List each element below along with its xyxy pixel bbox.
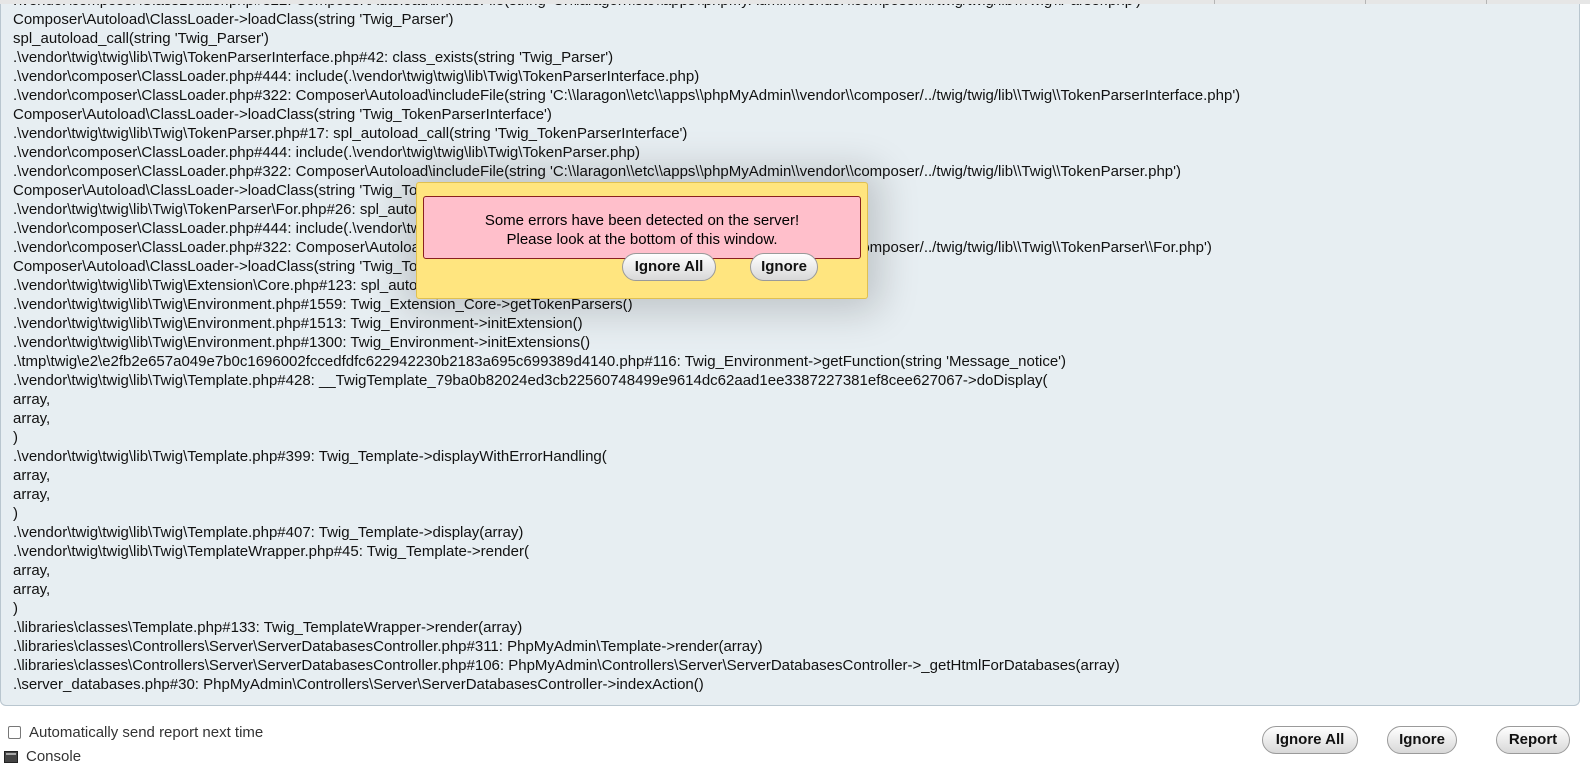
stack-trace-line: .\vendor\composer\ClassLoader.php#322: C… [13,163,1181,180]
stack-trace: .\vendor\composer\ClassLoader.php#322: C… [13,0,1240,694]
stack-trace-line: spl_autoload_call(string 'Twig_Parser') [13,30,269,47]
stack-trace-line: .\vendor\twig\twig\lib\Twig\Environment.… [13,334,591,351]
stack-trace-line: .\vendor\twig\twig\lib\Twig\TemplateWrap… [13,543,529,560]
footer-ignore-button[interactable]: Ignore [1387,726,1457,754]
stack-trace-line: .\vendor\composer\ClassLoader.php#444: i… [13,144,641,161]
auto-send-checkbox[interactable] [8,726,21,739]
dialog-ignore-button[interactable]: Ignore [750,253,818,281]
stack-trace-line: .\libraries\classes\Controllers\Server\S… [13,638,763,655]
console-label: Console [26,748,82,765]
tab-separator [1214,0,1215,4]
stack-trace-line: Composer\Autoload\ClassLoader->loadClass… [13,11,454,28]
error-message-line-2: Please look at the bottom of this window… [506,231,778,248]
tab-separator [1486,0,1487,4]
console-icon [4,750,18,763]
error-report-footer: Automatically send report next time Cons… [0,706,1590,766]
console-toggle[interactable]: Console [4,748,81,765]
error-message-box: Some errors have been detected on the se… [423,196,861,259]
stack-trace-line: .\vendor\twig\twig\lib\Twig\TokenParserI… [13,49,614,66]
error-notification-dialog: Some errors have been detected on the se… [416,182,868,299]
stack-trace-line: ) [13,429,18,446]
stack-trace-line: array, [13,486,51,503]
stack-trace-line: .\vendor\twig\twig\lib\Twig\TokenParser.… [13,125,688,142]
stack-trace-line: .\libraries\classes\Controllers\Server\S… [13,657,1120,674]
stack-trace-line: array, [13,391,51,408]
stack-trace-line: ) [13,505,18,522]
stack-trace-line: array, [13,410,51,427]
error-report-panel: .\vendor\composer\ClassLoader.php#322: C… [0,0,1580,706]
stack-trace-line: .\vendor\twig\twig\lib\Twig\Template.php… [13,524,524,541]
stack-trace-line: .\vendor\twig\twig\lib\Twig\Template.php… [13,448,607,465]
auto-send-label: Automatically send report next time [29,724,264,741]
stack-trace-line: ) [13,600,18,617]
footer-report-button[interactable]: Report [1496,726,1570,754]
stack-trace-line: Composer\Autoload\ClassLoader->loadClass… [13,106,552,123]
stack-trace-line: array, [13,562,51,579]
stack-trace-line: array, [13,467,51,484]
stack-trace-line: .\vendor\twig\twig\lib\Twig\Template.php… [13,372,1048,389]
stack-trace-line: .\tmp\twig\e2\e2fb2e657a049e7b0c1696002f… [13,353,1067,370]
stack-trace-line: .\vendor\composer\ClassLoader.php#444: i… [13,68,700,85]
error-message-line-1: Some errors have been detected on the se… [484,212,800,229]
footer-ignore-all-button[interactable]: Ignore All [1262,726,1358,754]
stack-trace-line: .\vendor\composer\ClassLoader.php#322: C… [13,87,1241,104]
top-tab-strip [0,0,1590,4]
dialog-ignore-all-button[interactable]: Ignore All [622,253,716,281]
stack-trace-line: .\vendor\twig\twig\lib\Twig\Environment.… [13,315,583,332]
auto-send-option[interactable]: Automatically send report next time [8,724,263,741]
stack-trace-line: .\server_databases.php#30: PhpMyAdmin\Co… [13,676,704,693]
stack-trace-line: .\libraries\classes\Template.php#133: Tw… [13,619,523,636]
tab-separator [1365,0,1366,4]
stack-trace-line: array, [13,581,51,598]
